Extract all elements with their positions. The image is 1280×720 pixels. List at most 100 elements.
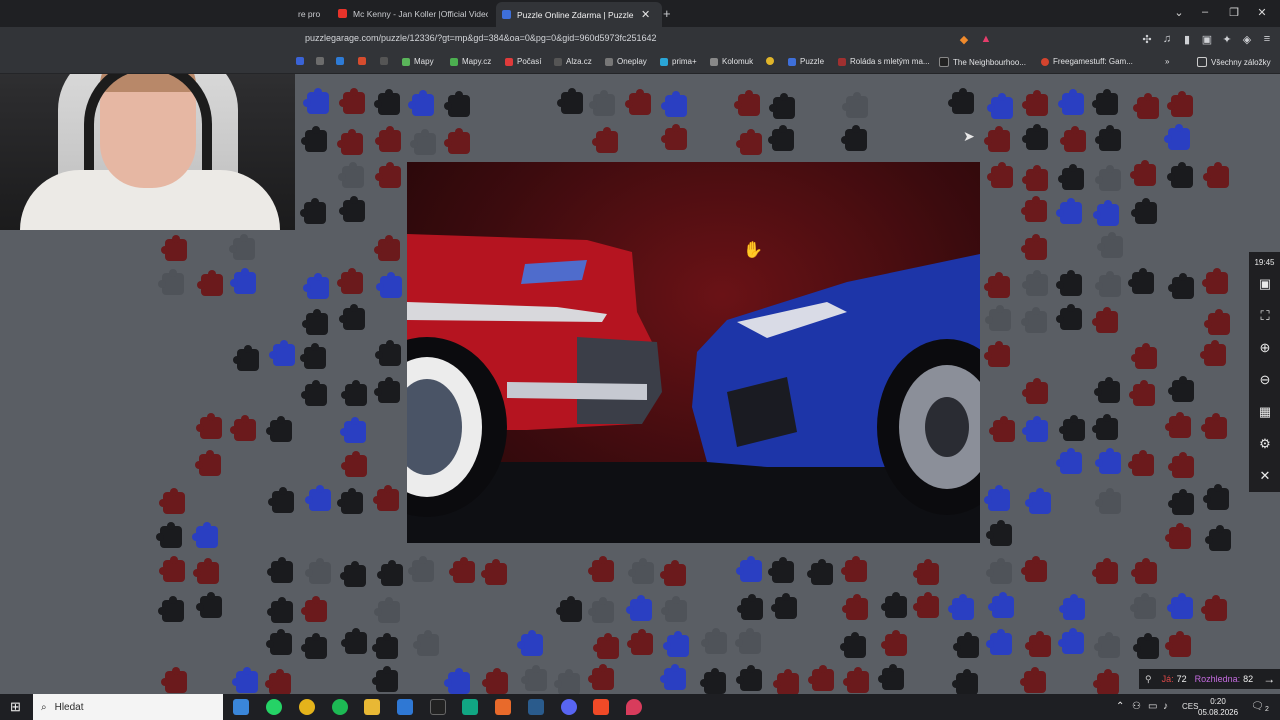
puzzle-piece[interactable] (808, 665, 834, 691)
puzzle-piece[interactable] (948, 88, 974, 114)
puzzle-piece[interactable] (1092, 307, 1118, 333)
puzzle-piece[interactable] (773, 669, 799, 694)
rewards-icon[interactable]: ▲ (979, 33, 993, 45)
bookmark-chrome[interactable] (766, 57, 778, 65)
puzzle-piece[interactable] (413, 630, 439, 656)
app-icon[interactable] (462, 699, 478, 715)
puzzle-piece[interactable] (661, 124, 687, 150)
puzzle-piece[interactable] (987, 162, 1013, 188)
puzzle-piece[interactable] (840, 632, 866, 658)
puzzle-piece[interactable] (878, 664, 904, 690)
puzzle-piece[interactable] (1059, 594, 1085, 620)
puzzle-piece[interactable] (988, 592, 1014, 618)
puzzle-piece[interactable] (1095, 271, 1121, 297)
puzzle-piece[interactable] (374, 377, 400, 403)
puzzle-piece[interactable] (913, 559, 939, 585)
bookmark-oneplay[interactable]: Oneplay (605, 57, 647, 66)
puzzle-piece[interactable] (1021, 556, 1047, 582)
image-preview-button[interactable]: ▣ (1255, 274, 1275, 294)
puzzle-piece[interactable] (984, 485, 1010, 511)
volume-icon[interactable]: ♪ (1163, 701, 1168, 712)
monitor-icon[interactable]: ▭ (1148, 701, 1157, 712)
puzzle-piece[interactable] (1131, 343, 1157, 369)
puzzle-piece[interactable] (159, 488, 185, 514)
puzzle-piece[interactable] (230, 415, 256, 441)
puzzle-piece[interactable] (374, 597, 400, 623)
puzzle-piece[interactable] (842, 92, 868, 118)
puzzle-piece[interactable] (1058, 89, 1084, 115)
puzzle-piece[interactable] (196, 413, 222, 439)
puzzle-piece[interactable] (807, 559, 833, 585)
puzzle-piece[interactable] (377, 560, 403, 586)
puzzle-piece[interactable] (1097, 232, 1123, 258)
puzzle-piece[interactable] (337, 129, 363, 155)
puzzle-piece[interactable] (444, 668, 470, 694)
puzzle-piece[interactable] (841, 556, 867, 582)
puzzle-piece[interactable] (1168, 376, 1194, 402)
puzzle-piece[interactable] (842, 594, 868, 620)
puzzle-board[interactable] (0, 74, 1280, 694)
puzzle-piece[interactable] (1056, 270, 1082, 296)
puzzle-piece[interactable] (1022, 378, 1048, 404)
puzzle-piece[interactable] (736, 556, 762, 582)
puzzle-piece[interactable] (1021, 196, 1047, 222)
puzzle-piece[interactable] (661, 91, 687, 117)
puzzle-piece[interactable] (1130, 160, 1156, 186)
puzzle-piece[interactable] (1201, 413, 1227, 439)
tray-expand-icon[interactable]: ⌃ (1116, 701, 1124, 712)
puzzle-piece[interactable] (444, 91, 470, 117)
maps-pin-icon[interactable] (626, 699, 642, 715)
puzzle-piece[interactable] (953, 632, 979, 658)
bookmark-icon-2[interactable] (336, 57, 348, 65)
puzzle-piece[interactable] (339, 88, 365, 114)
puzzle-piece[interactable] (372, 633, 398, 659)
puzzle-piece[interactable] (986, 558, 1012, 584)
puzzle-piece[interactable] (1022, 270, 1048, 296)
puzzle-piece[interactable] (1205, 525, 1231, 551)
puzzle-piece[interactable] (232, 667, 258, 693)
windows-start-icon[interactable]: ⊞ (10, 699, 21, 715)
puzzle-piece[interactable] (1095, 448, 1121, 474)
brave-icon[interactable] (593, 699, 609, 715)
puzzle-piece[interactable] (341, 628, 367, 654)
sort-pieces-button[interactable]: ▦ (1255, 402, 1275, 422)
leo-icon[interactable]: ✦ (1220, 33, 1234, 46)
puzzle-piece[interactable] (700, 668, 726, 694)
tab-puzzle[interactable]: Puzzle Online Zdarma | Puzzle G ✕ (496, 2, 662, 27)
network-icon[interactable]: ⚇ (1132, 701, 1141, 712)
puzzle-piece[interactable] (1200, 340, 1226, 366)
puzzle-piece[interactable] (556, 596, 582, 622)
puzzle-piece[interactable] (771, 593, 797, 619)
bookmark-prima[interactable]: prima+ (660, 57, 697, 66)
puzzle-piece[interactable] (660, 664, 686, 690)
puzzle-piece[interactable] (588, 597, 614, 623)
bookmark-alza[interactable]: Alza.cz (554, 57, 592, 66)
puzzle-piece[interactable] (408, 556, 434, 582)
puzzle-piece[interactable] (1022, 124, 1048, 150)
puzzle-piece[interactable] (233, 345, 259, 371)
bookmark-icon-4[interactable] (380, 57, 392, 65)
puzzle-piece[interactable] (989, 416, 1015, 442)
puzzle-piece[interactable] (588, 556, 614, 582)
puzzle-piece[interactable] (663, 631, 689, 657)
restore-icon[interactable]: ❐ (1227, 6, 1241, 19)
puzzle-piece[interactable] (736, 129, 762, 155)
puzzle-piece[interactable] (557, 88, 583, 114)
puzzle-piece[interactable] (408, 90, 434, 116)
puzzle-piece[interactable] (374, 235, 400, 261)
puzzle-piece[interactable] (266, 416, 292, 442)
puzzle-piece[interactable] (1092, 89, 1118, 115)
bookmark-freegamestuff[interactable]: Freegamestuff: Gam... (1041, 57, 1133, 66)
puzzle-piece[interactable] (1133, 633, 1159, 659)
puzzle-piece[interactable] (1202, 268, 1228, 294)
widgets-icon[interactable] (233, 699, 249, 715)
minimize-icon[interactable]: – (1198, 6, 1212, 18)
puzzle-piece[interactable] (841, 125, 867, 151)
bookmarks-overflow-icon[interactable]: » (1165, 57, 1169, 66)
puzzle-piece[interactable] (661, 596, 687, 622)
puzzle-piece[interactable] (303, 273, 329, 299)
fullscreen-button[interactable]: ⛶ (1255, 306, 1275, 326)
puzzle-piece[interactable] (267, 557, 293, 583)
puzzle-piece[interactable] (1094, 377, 1120, 403)
bookmark-apps[interactable] (296, 57, 308, 65)
